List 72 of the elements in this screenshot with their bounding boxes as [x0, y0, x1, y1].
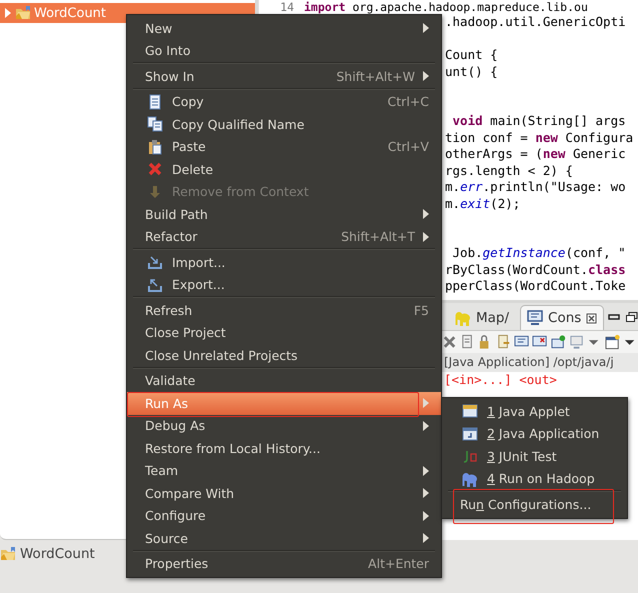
- menu-item[interactable]: Compare With: [127, 482, 441, 504]
- menu-item[interactable]: Refresh F5: [127, 299, 441, 322]
- maximize-icon[interactable]: [626, 312, 638, 322]
- documents-icon: [147, 116, 163, 132]
- menu-item[interactable]: Team: [127, 460, 441, 482]
- code-line: tion conf = new Configura: [445, 130, 634, 144]
- pin-icon[interactable]: [550, 334, 566, 350]
- status-text: WordCount: [20, 546, 95, 562]
- code-line: import org.apache.hadoop.mapreduce.lib.ou: [304, 0, 589, 14]
- code-line: m.err.println("Usage: wo: [445, 179, 626, 194]
- menu-item[interactable]: Copy Qualified Name: [127, 113, 441, 136]
- code-line: otherArgs = (new Generic: [445, 146, 626, 161]
- menu-item[interactable]: 3 JUnit Test: [442, 445, 627, 468]
- menu-item[interactable]: 1 Java Applet: [442, 400, 627, 422]
- menu-item[interactable]: Source: [127, 527, 441, 550]
- expand-arrow-icon[interactable]: [4, 8, 12, 18]
- menu-item[interactable]: 4 Run on Hadoop: [442, 468, 627, 490]
- menu-item[interactable]: Run Configurations...: [442, 493, 627, 516]
- clipboard-icon: [147, 138, 163, 155]
- menu-item[interactable]: Close Project: [127, 322, 441, 344]
- menu-item[interactable]: Export...: [127, 274, 441, 296]
- menu-item[interactable]: Properties Alt+Enter: [127, 552, 441, 575]
- shortcut-text: F5: [412, 302, 429, 318]
- test-icon: [462, 448, 478, 464]
- view-tab[interactable]: Cons: [520, 305, 604, 330]
- elephant-icon: [462, 470, 478, 487]
- shortcut-text: Shift+Alt+W: [335, 68, 415, 84]
- menu-item[interactable]: Debug As: [127, 414, 441, 437]
- folder-icon: [15, 5, 31, 21]
- menu-item[interactable]: Validate: [127, 370, 441, 392]
- monitor-icon: [527, 310, 544, 326]
- shortcut-text: Alt+Enter: [367, 556, 429, 572]
- delete-icon: [147, 161, 163, 178]
- code-line: pperClass(WordCount.Toke: [445, 278, 626, 293]
- close-icon[interactable]: [586, 312, 598, 324]
- menu-item[interactable]: Build Path: [127, 203, 441, 226]
- document-icon: [147, 94, 163, 110]
- window-icon: [462, 403, 478, 420]
- elephant-icon: [455, 310, 471, 326]
- menu-item[interactable]: Refactor Shift+Alt+T: [127, 226, 441, 248]
- code-line: rByClass(WordCount.class: [445, 262, 626, 276]
- shortcut-text: Shift+Alt+T: [340, 229, 415, 244]
- window-icon: [462, 426, 478, 442]
- menu-item[interactable]: Import...: [127, 251, 441, 274]
- code-line: .hadoop.util.GenericOpti: [445, 14, 626, 29]
- code-line: void main(String[] args: [452, 113, 626, 128]
- window-icon[interactable]: [604, 334, 620, 350]
- menu-item[interactable]: Paste Ctrl+V: [127, 136, 441, 158]
- menu-item[interactable]: Show In Shift+Alt+W: [127, 65, 441, 88]
- remove-icon[interactable]: [442, 334, 458, 350]
- code-line: rgs.length < 2) {: [445, 162, 573, 178]
- console-output: [<in>...] <out>: [444, 372, 557, 387]
- line-number: 14: [279, 0, 295, 14]
- document-icon[interactable]: [496, 334, 512, 350]
- folder-icon: [0, 546, 16, 562]
- shortcut-text: Ctrl+V: [386, 139, 429, 154]
- shortcut-text: Ctrl+C: [386, 94, 429, 110]
- menu-item[interactable]: Delete: [127, 158, 441, 180]
- menu-item[interactable]: Restore from Local History...: [127, 437, 441, 460]
- menu-item[interactable]: Copy Ctrl+C: [127, 90, 441, 113]
- code-line: m.exit(2);: [445, 196, 520, 210]
- minimize-icon[interactable]: [608, 312, 620, 322]
- menu-item[interactable]: Go Into: [127, 40, 441, 62]
- code-line: Count {: [445, 47, 498, 62]
- tray-arrow-icon: [147, 254, 163, 270]
- tray-arrow-icon: [147, 276, 163, 293]
- code-line: unt() {: [445, 64, 498, 78]
- monitor-icon[interactable]: [568, 334, 584, 350]
- menu-item[interactable]: Configure: [127, 504, 441, 527]
- menu-item[interactable]: 2 Java Application: [442, 422, 627, 445]
- view-tab[interactable]: Map/: [448, 305, 516, 330]
- code-line: Job.getInstance(conf, ": [452, 245, 626, 260]
